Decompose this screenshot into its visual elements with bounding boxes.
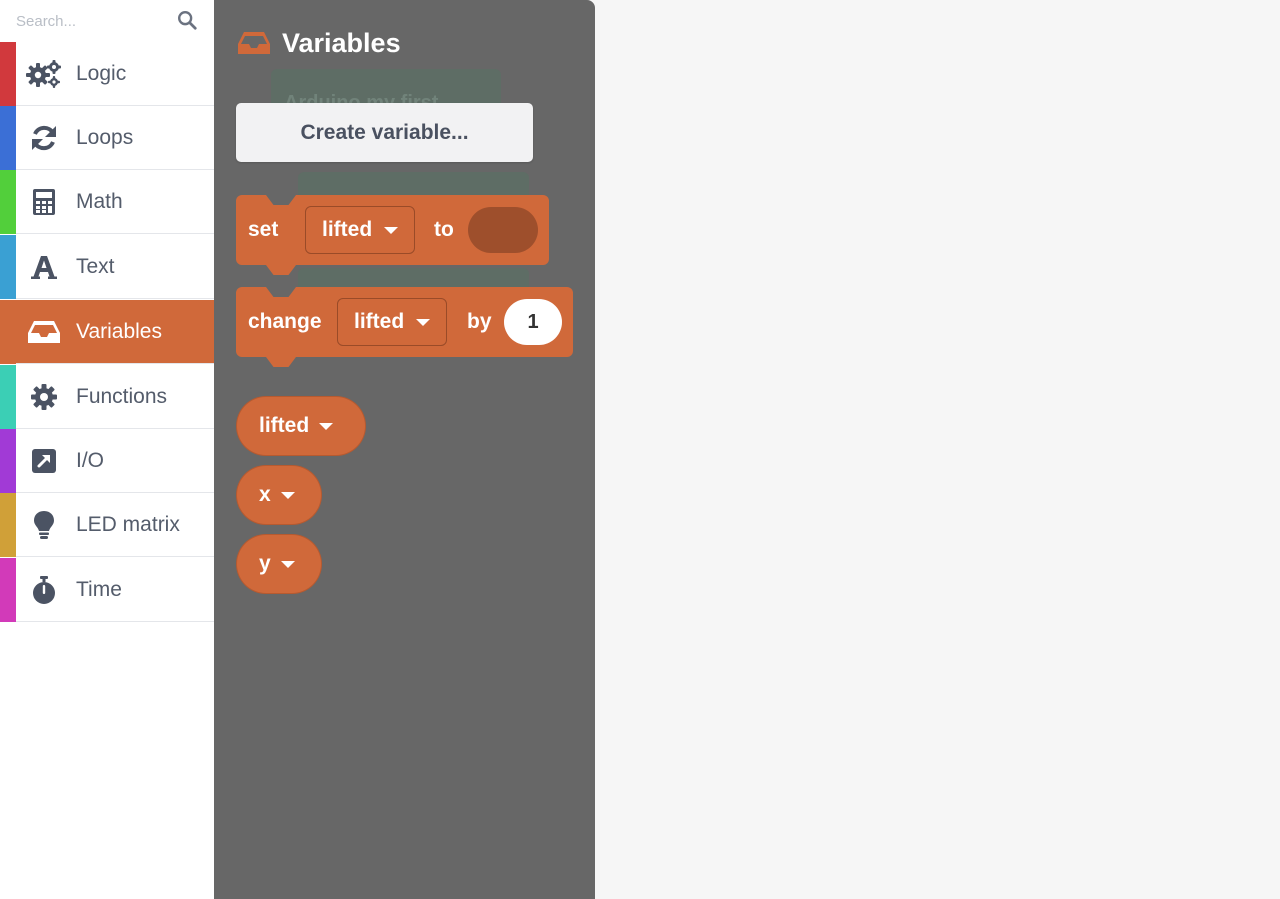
- category-led-matrix[interactable]: LED matrix: [0, 493, 214, 557]
- variable-dropdown[interactable]: lifted: [305, 206, 416, 254]
- block-notch: [266, 357, 296, 367]
- category-functions[interactable]: Functions: [0, 365, 214, 429]
- category-color-bar: [0, 42, 16, 106]
- variable-getter-x[interactable]: x: [237, 466, 321, 524]
- category-label: I/O: [76, 449, 105, 472]
- category-color-bar: [0, 300, 16, 364]
- change-variable-block[interactable]: change lifted by 1: [236, 287, 573, 367]
- variable-name: lifted: [259, 414, 310, 437]
- value-input-slot[interactable]: [468, 207, 538, 253]
- variable-name: lifted: [322, 218, 373, 241]
- to-keyword: to: [434, 218, 454, 241]
- search-box: [0, 0, 214, 42]
- variable-dropdown[interactable]: lifted: [337, 298, 448, 346]
- flyout-title: Variables: [282, 27, 401, 58]
- set-variable-block[interactable]: set lifted to: [236, 195, 549, 275]
- category-logic[interactable]: Logic: [0, 42, 214, 106]
- dropdown-caret-icon: [319, 422, 334, 430]
- calculator-icon: [26, 186, 62, 218]
- category-time[interactable]: Time: [0, 558, 214, 622]
- category-color-bar: [0, 106, 16, 170]
- category-text[interactable]: Text: [0, 235, 214, 299]
- category-loops[interactable]: Loops: [0, 106, 214, 170]
- variable-getter-lifted[interactable]: lifted: [237, 397, 365, 455]
- inbox-icon: [238, 32, 270, 54]
- category-color-bar: [0, 558, 16, 622]
- category-label: Functions: [76, 385, 168, 408]
- category-label: Math: [76, 190, 123, 213]
- category-variables[interactable]: Variables: [0, 300, 214, 364]
- create-variable-button[interactable]: Create variable...: [236, 103, 533, 162]
- blocks-workspace[interactable]: [595, 0, 1280, 899]
- amount-number-field[interactable]: 1: [504, 299, 562, 345]
- stopwatch-icon: [26, 574, 62, 606]
- variables-flyout: Arduino my first Variables Create variab…: [214, 0, 595, 899]
- variable-name: x: [259, 483, 271, 506]
- variable-name: y: [259, 552, 271, 575]
- category-color-bar: [0, 365, 16, 429]
- category-label: Text: [76, 255, 115, 278]
- category-label: Logic: [76, 62, 127, 85]
- category-math[interactable]: Math: [0, 170, 214, 234]
- change-keyword: change: [248, 310, 322, 333]
- category-color-bar: [0, 429, 16, 493]
- variable-name: lifted: [354, 310, 405, 333]
- category-io[interactable]: I/O: [0, 429, 214, 493]
- dropdown-caret-icon: [384, 226, 399, 234]
- category-label: Variables: [76, 320, 162, 343]
- external-square-icon: [26, 445, 62, 477]
- variable-getter-y[interactable]: y: [237, 535, 321, 593]
- category-color-bar: [0, 493, 16, 557]
- dropdown-caret-icon: [280, 560, 295, 568]
- block-notch: [266, 265, 296, 275]
- flyout-header: Variables: [236, 26, 401, 60]
- inbox-icon: [26, 316, 62, 348]
- set-keyword: set: [248, 218, 279, 241]
- dropdown-caret-icon: [280, 491, 295, 499]
- by-keyword: by: [467, 310, 492, 333]
- category-label: LED matrix: [76, 513, 180, 536]
- gears-icon: [26, 58, 62, 90]
- gear-icon: [26, 381, 62, 413]
- category-label: Time: [76, 578, 122, 601]
- category-color-bar: [0, 235, 16, 299]
- sync-icon: [26, 122, 62, 154]
- font-icon: [26, 251, 62, 283]
- dropdown-caret-icon: [416, 318, 431, 326]
- category-color-bar: [0, 170, 16, 234]
- search-icon[interactable]: [176, 9, 198, 31]
- lightbulb-icon: [26, 509, 62, 541]
- category-label: Loops: [76, 126, 134, 149]
- toolbox-sidebar: Logic Loops: [0, 0, 214, 899]
